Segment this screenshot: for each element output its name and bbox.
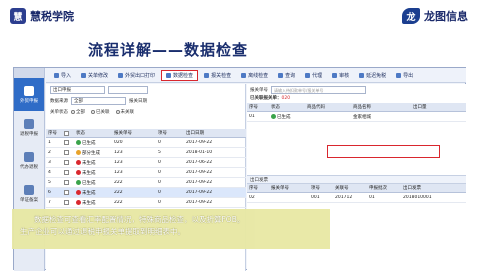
declaration-table: 序号 状态 报关单号 项号 出口日期 1 已生成 020 0 2017-09-22 2 部分… bbox=[46, 129, 246, 208]
radio-all[interactable]: 全部 bbox=[71, 109, 85, 115]
offline-check-button[interactable]: 离线检查 bbox=[237, 70, 272, 81]
select-all-checkbox[interactable] bbox=[64, 130, 69, 136]
sidebar-item-refund[interactable]: 退税申报 bbox=[14, 111, 44, 144]
detail-table-header: 序号 状态 商品代码 商品名称 出口量 bbox=[247, 103, 466, 112]
docs-icon bbox=[24, 184, 34, 195]
review-icon bbox=[332, 72, 338, 78]
sidebar-menu-icon[interactable] bbox=[14, 68, 44, 78]
table-row[interactable]: 5 已生成 222 0 2017-09-22 bbox=[46, 178, 246, 188]
import-icon bbox=[54, 72, 59, 78]
row-checkbox[interactable] bbox=[64, 170, 69, 175]
status-dot-icon bbox=[76, 169, 81, 175]
linked-status: 已关联报关单：020 bbox=[250, 96, 291, 101]
row-checkbox[interactable] bbox=[64, 200, 69, 205]
detail-search: 报关单号 请输入待扣款单号/报关单号 bbox=[247, 84, 466, 95]
relation-label: 关单状态 bbox=[50, 109, 68, 115]
declaration-check-button[interactable]: 报关检查 bbox=[200, 70, 235, 81]
edit-declaration-button[interactable]: 关单修改 bbox=[77, 70, 112, 81]
relation-radios: 全部 已关联 未关联 bbox=[71, 109, 134, 115]
sidebar-item-docs[interactable]: 单证备案 bbox=[14, 177, 44, 210]
delay-icon bbox=[359, 72, 365, 78]
search-label: 报关单号 bbox=[250, 87, 268, 93]
caption-line-2: 生产企业可以通过退税申报关单提取到明细表中。 bbox=[20, 227, 185, 236]
brand-logo-right: 龙 龙图信息 bbox=[402, 8, 468, 24]
print-button[interactable]: 外贸出口打印 bbox=[114, 70, 159, 81]
data-source-select[interactable]: 全部 bbox=[71, 96, 126, 105]
filter-row-type: 出口申报 bbox=[46, 84, 245, 95]
status-dot-icon bbox=[76, 189, 81, 195]
delay-exempt-button[interactable]: 延迟免税 bbox=[355, 70, 390, 81]
sidebar-item-agent[interactable]: 代办退税 bbox=[14, 144, 44, 177]
edit-icon bbox=[81, 72, 87, 78]
table-row[interactable]: 7 未生成 222 0 2017-09-22 bbox=[46, 198, 246, 208]
query-icon bbox=[278, 72, 284, 78]
offline-icon bbox=[241, 72, 247, 78]
export-type-input[interactable] bbox=[108, 85, 148, 94]
subtitle-caption: 数据检查可查看汇率配置情况，特殊商品检查，以及折算FOB。 生产企业可以通过退税… bbox=[12, 209, 330, 249]
top-bar: 慧 慧税学院 龙 龙图信息 bbox=[0, 0, 480, 30]
agent-icon bbox=[24, 151, 34, 162]
table-row[interactable]: 4 未生成 123 0 2017-09-22 bbox=[46, 168, 246, 178]
table-row[interactable]: 2 部分生成 123 5 2018-01-10 bbox=[46, 148, 246, 158]
filter-row-source: 数据来源 全部 报关日期 bbox=[46, 95, 245, 106]
row-checkbox[interactable] bbox=[64, 180, 69, 185]
status-dot-icon bbox=[76, 179, 81, 185]
radio-linked[interactable]: 已关联 bbox=[91, 109, 110, 115]
row-checkbox[interactable] bbox=[64, 190, 69, 195]
agent-button[interactable]: 代理 bbox=[301, 70, 326, 81]
row-checkbox[interactable] bbox=[64, 150, 69, 155]
import-button[interactable]: 导入 bbox=[50, 70, 75, 81]
filter-row-relation: 关单状态 全部 已关联 未关联 bbox=[46, 106, 245, 117]
invoice-table-header: 序号 报关单号 项号 关联号 申报批次 出口发票 bbox=[247, 184, 466, 193]
sidebar-item-export[interactable]: 外贸申报 bbox=[14, 78, 44, 111]
data-check-button[interactable]: 数据检查 bbox=[161, 69, 199, 81]
brand-logo-left: 慧 慧税学院 bbox=[10, 8, 74, 24]
toolbar: 导入 关单修改 外贸出口打印 数据检查 报关检查 离线检查 查询 代理 审核 延… bbox=[46, 68, 466, 83]
table-row[interactable]: 6 未生成 222 0 2017-09-22 bbox=[46, 188, 246, 198]
export-tool-icon bbox=[396, 72, 402, 78]
status-dot-icon bbox=[76, 149, 81, 155]
date-label: 报关日期 bbox=[129, 98, 147, 104]
brand-name-left: 慧税学院 bbox=[30, 10, 74, 23]
data-source-label: 数据来源 bbox=[50, 98, 68, 104]
inspect-icon bbox=[204, 72, 210, 78]
slide-heading: 流程详解——数据检查 bbox=[88, 41, 249, 59]
caption-line-1: 数据检查可查看汇率配置情况，特殊商品检查，以及折算FOB。 bbox=[34, 215, 245, 224]
export-type-select[interactable]: 出口申报 bbox=[50, 85, 105, 94]
status-dot-icon bbox=[76, 139, 81, 145]
table-body: 1 已生成 020 0 2017-09-22 2 部分生成 123 5 2018-01-10 3 未生… bbox=[46, 138, 246, 208]
highlight-box bbox=[327, 145, 440, 158]
row-checkbox[interactable] bbox=[64, 140, 69, 145]
radio-unlinked[interactable]: 未关联 bbox=[115, 109, 134, 115]
brand-name-right: 龙图信息 bbox=[424, 10, 468, 23]
table-row[interactable]: 1 已生成 020 0 2017-09-22 bbox=[46, 138, 246, 148]
status-dot-icon bbox=[271, 113, 276, 119]
export-button[interactable]: 导出 bbox=[392, 70, 417, 81]
invoice-section-title: 出口发票 bbox=[247, 175, 466, 184]
search-input[interactable]: 请输入待扣款单号/报关单号 bbox=[271, 85, 366, 94]
print-icon bbox=[118, 72, 124, 78]
query-button[interactable]: 查询 bbox=[274, 70, 299, 81]
detail-table-row[interactable]: 01 已生成 金家相城 bbox=[247, 112, 466, 122]
status-dot-icon bbox=[76, 159, 81, 165]
review-button[interactable]: 审核 bbox=[328, 70, 353, 81]
table-row[interactable]: 3 未生成 123 0 2017-06-22 bbox=[46, 158, 246, 168]
row-checkbox[interactable] bbox=[64, 160, 69, 165]
export-icon bbox=[24, 85, 34, 96]
brand-mark-icon: 慧 bbox=[10, 8, 26, 24]
agent-tool-icon bbox=[305, 72, 311, 78]
status-dot-icon bbox=[76, 199, 81, 205]
table-header: 序号 状态 报关单号 项号 出口日期 bbox=[46, 129, 246, 138]
invoice-table-row[interactable]: 02 001 201712 01 2018010001 bbox=[247, 193, 466, 203]
check-icon bbox=[166, 72, 172, 78]
brand-mark-icon-right: 龙 bbox=[402, 8, 420, 24]
refund-icon bbox=[24, 118, 34, 129]
